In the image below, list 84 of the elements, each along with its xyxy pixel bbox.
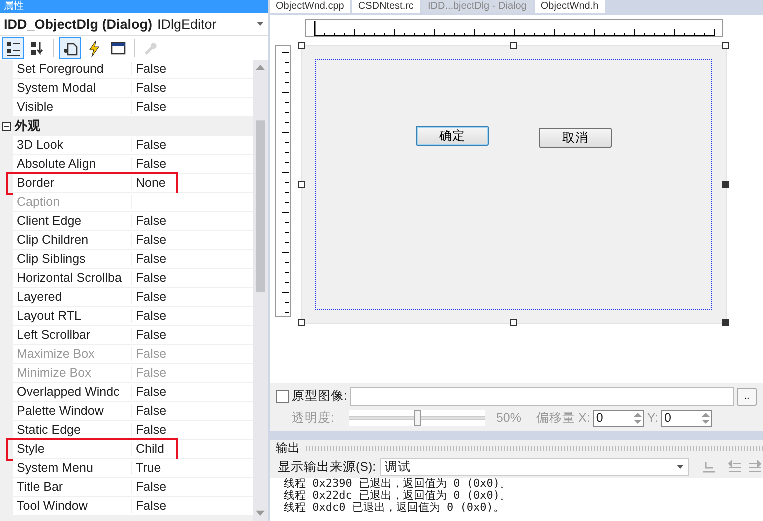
property-name[interactable]: System Menu	[13, 461, 132, 475]
output-line: 线程 0x22dc 已退出，返回值为 0 (0x0)。	[284, 490, 512, 502]
output-title: 输出	[276, 440, 300, 456]
checkbox[interactable]	[276, 390, 289, 403]
resize-handle[interactable]	[510, 42, 517, 49]
property-value[interactable]: False	[132, 271, 167, 285]
property-value[interactable]: False	[132, 423, 167, 437]
property-value[interactable]: False	[132, 81, 167, 95]
resize-handle[interactable]	[722, 319, 729, 326]
property-value[interactable]: False	[132, 404, 167, 418]
property-name[interactable]: Horizontal Scrollba	[13, 271, 132, 285]
spin-arrows-icon[interactable]	[701, 410, 712, 426]
document-tab[interactable]: ObjectWnd.h	[534, 0, 605, 13]
property-value[interactable]: False	[132, 138, 167, 152]
resize-handle[interactable]	[298, 319, 305, 326]
property-value[interactable]: None	[132, 176, 166, 190]
property-name[interactable]: Client Edge	[13, 214, 132, 228]
property-value[interactable]: True	[132, 461, 162, 475]
collapse-icon[interactable]	[2, 122, 11, 131]
property-name[interactable]: Style	[13, 442, 132, 456]
dialog-button[interactable]: 取消	[539, 128, 612, 148]
image-path-field[interactable]	[350, 387, 734, 406]
opacity-label: 透明度:	[292, 410, 334, 426]
y-spin-field[interactable]: 0	[661, 410, 712, 426]
property-value[interactable]: False	[132, 499, 167, 513]
browse-button[interactable]: ..	[737, 388, 757, 406]
property-name[interactable]: Overlapped Windc	[13, 385, 132, 399]
property-name[interactable]: Visible	[13, 100, 132, 114]
property-value[interactable]: False	[132, 62, 167, 76]
caret-icon[interactable]	[257, 22, 264, 26]
property-name[interactable]: 3D Look	[13, 138, 132, 152]
caret-icon[interactable]	[677, 465, 684, 469]
panel-title: 属性	[0, 0, 268, 13]
resize-handle[interactable]	[510, 319, 517, 326]
source-dropdown[interactable]: 调试	[380, 458, 689, 476]
object-name: IDD_ObjectDlg (Dialog)	[4, 16, 153, 32]
dialog-button[interactable]: 确定	[416, 126, 489, 146]
property-value[interactable]: Child	[132, 442, 164, 456]
property-name[interactable]: Static Edge	[13, 423, 132, 437]
property-value[interactable]: False	[132, 309, 167, 323]
property-name[interactable]: Title Bar	[13, 480, 132, 494]
spin-arrows-icon[interactable]	[633, 410, 644, 426]
resize-handle[interactable]	[298, 42, 305, 49]
slider-track[interactable]	[349, 410, 486, 426]
output-line: 线程 0xdc0 已退出，返回值为 0 (0x0)。	[284, 502, 506, 514]
opacity-value: 50%	[496, 411, 522, 425]
offset-label: 偏移量	[536, 410, 576, 426]
property-name[interactable]: Layout RTL	[13, 309, 132, 323]
property-value[interactable]: False	[132, 100, 167, 114]
document-tab[interactable]: CSDNtest.rc	[352, 0, 420, 13]
property-name[interactable]: Palette Window	[13, 404, 132, 418]
property-value[interactable]: False	[132, 233, 167, 247]
property-name[interactable]: Left Scrollbar	[13, 328, 132, 342]
checkbox-label: 原型图像:	[292, 388, 348, 405]
scrollbar[interactable]	[253, 60, 268, 521]
y-label: Y:	[647, 411, 658, 425]
property-name[interactable]: Border	[13, 176, 132, 190]
property-name[interactable]: Tool Window	[13, 499, 132, 513]
property-value[interactable]: False	[132, 385, 167, 399]
resize-handle[interactable]	[722, 42, 729, 49]
resize-handle[interactable]	[298, 180, 305, 188]
property-name[interactable]: System Modal	[13, 81, 132, 95]
property-name[interactable]: Absolute Align	[13, 157, 132, 171]
category-label: 外观	[15, 118, 41, 135]
page-icon[interactable]	[59, 37, 81, 59]
output-line: 线程 0x2390 已退出，返回值为 0 (0x0)。	[284, 478, 512, 490]
property-value[interactable]: False	[132, 157, 167, 171]
source-label: 显示输出来源(S):	[278, 458, 376, 476]
property-name[interactable]: Clip Children	[13, 233, 132, 247]
resize-handle[interactable]	[722, 180, 729, 188]
categorized-icon[interactable]	[2, 37, 24, 59]
property-value[interactable]: False	[132, 290, 167, 304]
property-value[interactable]: False	[132, 328, 167, 342]
property-name[interactable]: Layered	[13, 290, 132, 304]
property-value[interactable]: False	[132, 214, 167, 228]
property-name[interactable]: Set Foreground	[13, 62, 132, 76]
document-tab[interactable]: ObjectWnd.cpp	[270, 0, 350, 13]
property-name[interactable]: Clip Siblings	[13, 252, 132, 266]
property-value[interactable]: False	[132, 252, 167, 266]
x-spin-field[interactable]: 0	[593, 410, 644, 426]
x-label: X:	[578, 411, 590, 425]
object-type: IDlgEditor	[158, 16, 218, 32]
slider-thumb[interactable]	[414, 410, 422, 426]
property-value[interactable]: False	[132, 480, 167, 494]
